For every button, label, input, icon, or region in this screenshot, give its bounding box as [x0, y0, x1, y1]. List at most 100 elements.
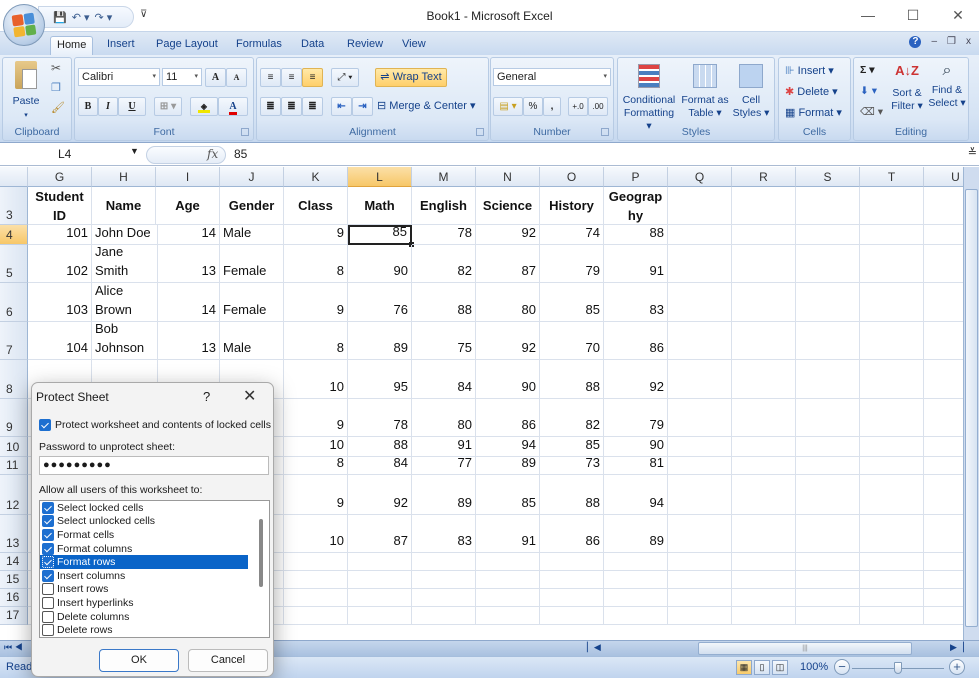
row-header-7[interactable]: 7 [0, 322, 28, 360]
row-header-14[interactable]: 14 [0, 553, 28, 571]
cell-l3[interactable]: Math [348, 187, 412, 225]
cell-u9[interactable] [924, 399, 963, 437]
formula-input[interactable]: 85 [234, 147, 247, 161]
row-header-9[interactable]: 9 [0, 399, 28, 437]
cell-n16[interactable] [476, 589, 540, 607]
cell-p10[interactable]: 90 [604, 437, 668, 457]
cell-l9[interactable]: 78 [348, 399, 412, 437]
accounting-format-button[interactable]: ▤ ▾ [493, 97, 523, 116]
close-button[interactable]: ✕ [938, 4, 978, 26]
permissions-list[interactable]: Select locked cells Select unlocked cells… [39, 500, 270, 638]
cell-p4[interactable]: 88 [604, 225, 668, 245]
cell-m10[interactable]: 91 [412, 437, 476, 457]
cell-i4[interactable]: 14 [156, 225, 220, 245]
checkbox-icon[interactable] [42, 556, 54, 569]
cell-o5[interactable]: 79 [540, 245, 604, 283]
cell-q10[interactable] [668, 437, 732, 457]
cell-r10[interactable] [732, 437, 796, 457]
tab-data[interactable]: Data [295, 36, 330, 55]
font-name-combo[interactable]: Calibri ▾ [78, 68, 160, 86]
cell-t15[interactable] [860, 571, 924, 589]
cell-p5[interactable]: 91 [604, 245, 668, 283]
cell-n5[interactable]: 87 [476, 245, 540, 283]
first-sheet-icon[interactable]: ⏮ ◀ [4, 642, 23, 653]
cell-p15[interactable] [604, 571, 668, 589]
cell-k12[interactable]: 9 [284, 475, 348, 515]
cell-j3[interactable]: Gender [220, 187, 284, 225]
align-center-button[interactable]: ≣ [281, 97, 302, 116]
cell-h5[interactable]: Jane Smith [92, 245, 158, 283]
cell-r12[interactable] [732, 475, 796, 515]
cell-p3[interactable]: Geograp hy [604, 187, 668, 225]
column-header-s[interactable]: S [796, 167, 860, 187]
cell-h3[interactable]: Name [92, 187, 156, 225]
cell-q5[interactable] [668, 245, 732, 283]
cell-n10[interactable]: 94 [476, 437, 540, 457]
borders-button[interactable]: ⊞ ▾ [154, 97, 182, 116]
column-header-h[interactable]: H [92, 167, 156, 187]
insert-cells-button[interactable]: ⊪ Insert ▾ [785, 65, 834, 78]
permission-item[interactable]: Insert rows [40, 583, 248, 597]
cell-k14[interactable] [284, 553, 348, 571]
column-header-t[interactable]: T [860, 167, 924, 187]
cell-u10[interactable] [924, 437, 963, 457]
cell-l16[interactable] [348, 589, 412, 607]
cell-k8[interactable]: 10 [284, 360, 348, 399]
page-layout-view-icon[interactable]: ▯ [754, 660, 770, 675]
increase-decimal-button[interactable]: +.0 [568, 97, 588, 116]
checkbox-icon[interactable] [42, 624, 54, 637]
cell-n6[interactable]: 80 [476, 283, 540, 322]
cell-h6[interactable]: Alice Brown [92, 283, 158, 322]
cell-q8[interactable] [668, 360, 732, 399]
cell-l15[interactable] [348, 571, 412, 589]
tab-formulas[interactable]: Formulas [230, 36, 288, 55]
cell-n8[interactable]: 90 [476, 360, 540, 399]
cell-q15[interactable] [668, 571, 732, 589]
column-header-p[interactable]: P [604, 167, 668, 187]
cell-o8[interactable]: 88 [540, 360, 604, 399]
align-bottom-button[interactable]: ≡ [302, 68, 323, 87]
cell-g7[interactable]: 104 [28, 322, 92, 360]
cell-r3[interactable] [732, 187, 796, 225]
cell-s13[interactable] [796, 515, 860, 553]
cell-n3[interactable]: Science [476, 187, 540, 225]
cell-l12[interactable]: 92 [348, 475, 412, 515]
cell-m4[interactable]: 78 [412, 225, 476, 245]
cell-n12[interactable]: 85 [476, 475, 540, 515]
column-header-i[interactable]: I [156, 167, 220, 187]
cell-m9[interactable]: 80 [412, 399, 476, 437]
copy-icon[interactable]: ❐ [51, 82, 61, 95]
cell-r13[interactable] [732, 515, 796, 553]
cell-j7[interactable]: Male [220, 322, 284, 360]
cell-o7[interactable]: 70 [540, 322, 604, 360]
cell-k17[interactable] [284, 607, 348, 625]
cell-u6[interactable] [924, 283, 963, 322]
cell-r16[interactable] [732, 589, 796, 607]
cell-m11[interactable]: 77 [412, 457, 476, 475]
column-header-g[interactable]: G [28, 167, 92, 187]
cut-icon[interactable]: ✂ [51, 62, 61, 75]
checkbox-icon[interactable] [42, 515, 54, 528]
cell-s15[interactable] [796, 571, 860, 589]
cell-o4[interactable]: 74 [540, 225, 604, 245]
permissions-list-scrollbar[interactable] [259, 519, 263, 587]
cell-u11[interactable] [924, 457, 963, 475]
align-middle-button[interactable]: ≡ [281, 68, 302, 87]
permission-item[interactable]: Select unlocked cells [40, 515, 248, 529]
cell-m14[interactable] [412, 553, 476, 571]
workbook-close-icon[interactable]: x [966, 36, 971, 48]
conditional-formatting-button[interactable]: Conditional Formatting ▾ [621, 64, 677, 133]
cell-i7[interactable]: 13 [156, 322, 220, 360]
cell-k7[interactable]: 8 [284, 322, 348, 360]
wrap-text-button[interactable]: ⇌ Wrap Text [375, 68, 447, 87]
cell-l5[interactable]: 90 [348, 245, 412, 283]
cell-r11[interactable] [732, 457, 796, 475]
checkbox-icon[interactable] [42, 610, 54, 623]
checkbox-icon[interactable] [42, 528, 54, 541]
zoom-in-button[interactable]: + [949, 659, 965, 675]
row-header-8[interactable]: 8 [0, 360, 28, 399]
row-header-13[interactable]: 13 [0, 515, 28, 553]
sort-filter-button[interactable]: A↓Z Sort & Filter ▾ [888, 64, 926, 113]
cell-n17[interactable] [476, 607, 540, 625]
cell-r15[interactable] [732, 571, 796, 589]
